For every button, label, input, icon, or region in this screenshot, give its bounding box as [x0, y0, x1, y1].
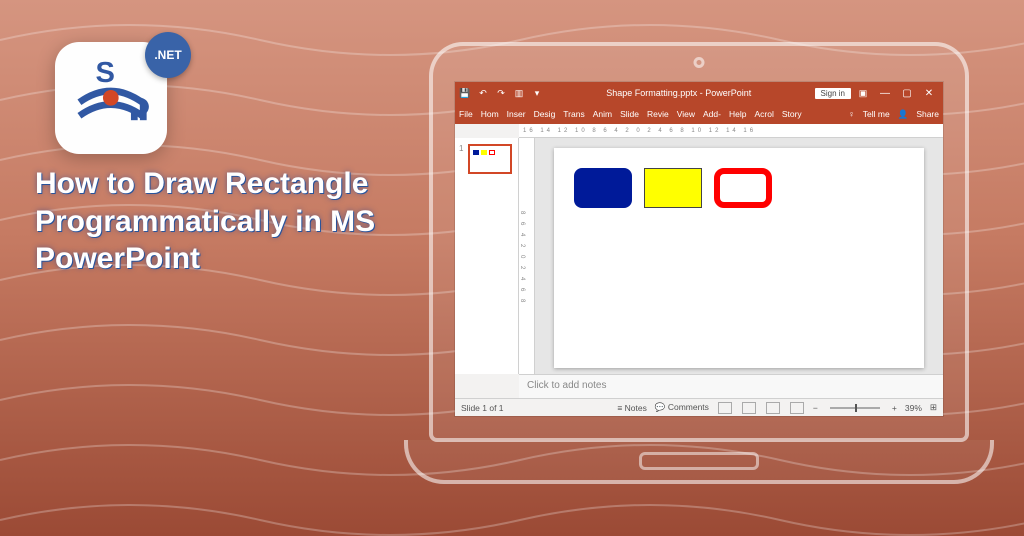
zoom-level[interactable]: 39% — [905, 403, 922, 413]
dotnet-badge: .NET — [145, 32, 191, 78]
maximize-button[interactable]: ▢ — [897, 88, 917, 99]
vertical-ruler: 8 6 4 2 0 2 4 6 8 — [519, 138, 535, 374]
sorter-view-button[interactable] — [742, 402, 756, 414]
notes-toggle[interactable]: ≡ Notes — [617, 403, 647, 413]
window-titlebar: 💾 ↶ ↷ ▥ ▾ Shape Formatting.pptx - PowerP… — [455, 82, 943, 104]
powerpoint-window: 💾 ↶ ↷ ▥ ▾ Shape Formatting.pptx - PowerP… — [455, 82, 943, 416]
shape-rect-yellow[interactable] — [644, 168, 702, 208]
signin-button[interactable]: Sign in — [815, 88, 851, 99]
document-title: Shape Formatting.pptx - PowerPoint — [549, 88, 809, 98]
tab-help[interactable]: Help — [725, 109, 750, 119]
slideshow-view-button[interactable] — [790, 402, 804, 414]
horizontal-ruler: 16 14 12 10 8 6 4 2 0 2 4 6 8 10 12 14 1… — [519, 124, 943, 138]
tellme-button[interactable]: Tell me — [859, 109, 894, 119]
close-button[interactable]: ✕ — [919, 88, 939, 99]
slide-canvas[interactable] — [554, 148, 924, 368]
status-bar: Slide 1 of 1 ≡ Notes 💬 Comments − + 39% … — [455, 398, 943, 416]
normal-view-button[interactable] — [718, 402, 732, 414]
comments-toggle[interactable]: 💬 Comments — [655, 402, 709, 413]
tab-insert[interactable]: Inser — [503, 109, 530, 119]
tab-transitions[interactable]: Trans — [559, 109, 588, 119]
tab-design[interactable]: Desig — [530, 109, 560, 119]
logo-letter: S — [96, 57, 115, 89]
slide-canvas-area — [535, 138, 943, 374]
share-icon: 👤 — [894, 109, 913, 120]
zoom-slider[interactable] — [830, 407, 880, 409]
shape-rect-navy[interactable] — [574, 168, 632, 208]
share-button[interactable]: Share — [912, 109, 943, 119]
tab-review[interactable]: Revie — [643, 109, 673, 119]
laptop-illustration: 💾 ↶ ↷ ▥ ▾ Shape Formatting.pptx - PowerP… — [404, 42, 994, 512]
tab-acrobat[interactable]: Acrol — [750, 109, 777, 119]
tab-view[interactable]: View — [673, 109, 699, 119]
undo-icon[interactable]: ↶ — [477, 87, 489, 99]
tellme-icon: ♀ — [844, 109, 858, 119]
startfromtop-icon[interactable]: ▥ — [513, 87, 525, 99]
thumb-number: 1 — [459, 144, 463, 153]
tab-animations[interactable]: Anim — [589, 109, 616, 119]
reading-view-button[interactable] — [766, 402, 780, 414]
save-icon[interactable]: 💾 — [459, 87, 471, 99]
slide-thumbnails-panel: 1 — [455, 138, 519, 374]
notes-pane[interactable]: Click to add notes — [519, 374, 943, 398]
tab-home[interactable]: Hom — [477, 109, 503, 119]
tab-storyboard[interactable]: Story — [778, 109, 806, 119]
zoom-in-button[interactable]: + — [892, 403, 897, 413]
status-slide-count: Slide 1 of 1 — [461, 403, 504, 413]
qat-more-icon[interactable]: ▾ — [531, 87, 543, 99]
redo-icon[interactable]: ↷ — [495, 87, 507, 99]
slide-thumbnail-1[interactable] — [468, 144, 512, 174]
zoom-out-button[interactable]: − — [813, 403, 818, 413]
camera-icon — [694, 57, 705, 68]
ribbon-tabs: File Hom Inser Desig Trans Anim Slide Re… — [455, 104, 943, 124]
trackpad-icon — [639, 452, 759, 470]
fit-window-button[interactable]: ⊞ — [930, 402, 937, 413]
ribbon-options-icon[interactable]: ▣ — [857, 87, 869, 99]
tab-file[interactable]: File — [455, 109, 477, 119]
tab-addins[interactable]: Add- — [699, 109, 725, 119]
minimize-button[interactable]: — — [875, 88, 895, 99]
tab-slideshow[interactable]: Slide — [616, 109, 643, 119]
hero-title: How to Draw Rectangle Programmatically i… — [35, 165, 395, 278]
shape-rect-red-outline[interactable] — [714, 168, 772, 208]
